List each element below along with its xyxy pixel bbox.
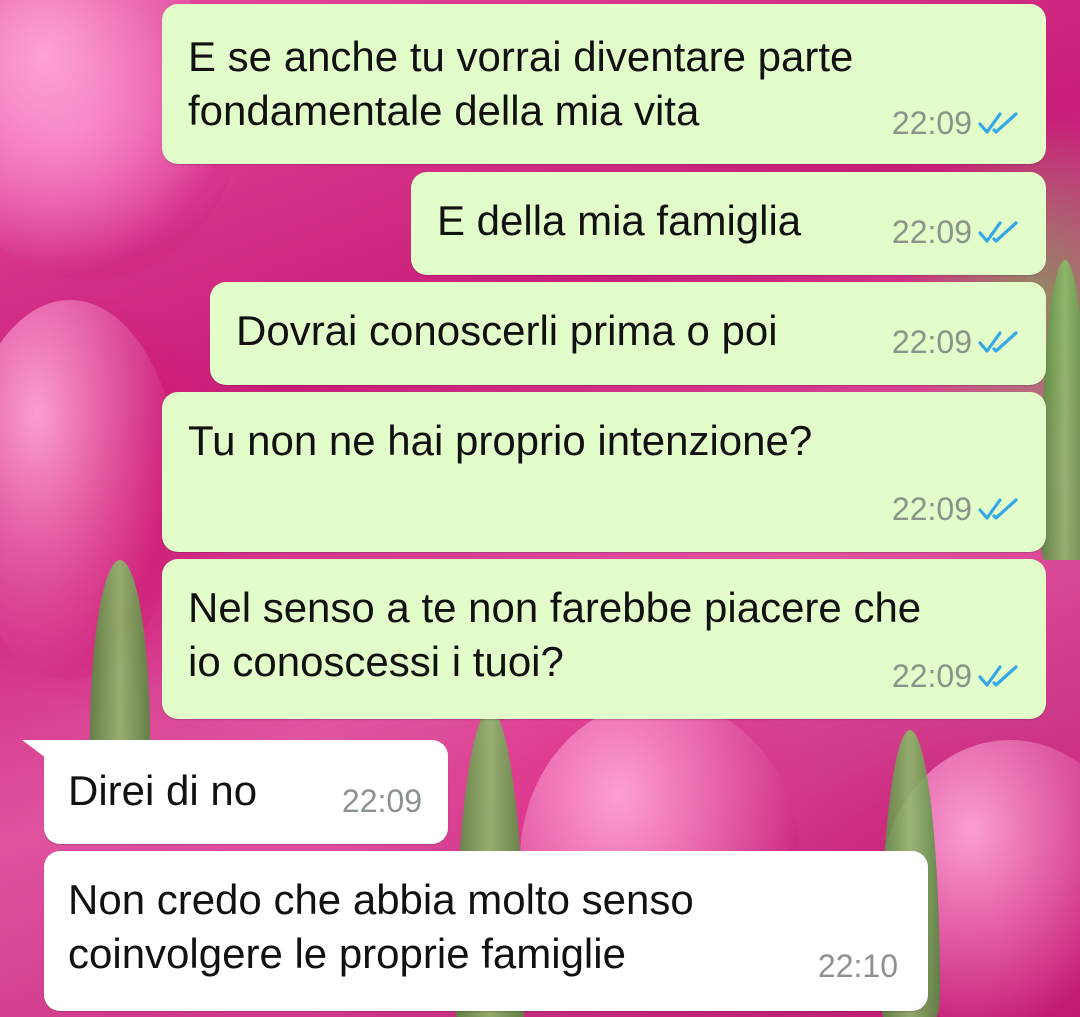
message-text: Direi di no <box>68 767 258 814</box>
message-text: E se anche tu vorrai diventare parte fon… <box>188 33 854 134</box>
message-time: 22:09 <box>891 105 972 141</box>
message-time: 22:09 <box>891 491 972 527</box>
double-check-read-icon <box>978 110 1020 136</box>
message-time: 22:09 <box>341 783 422 819</box>
message-meta: 22:09 <box>892 96 1020 150</box>
outgoing-message-bubble[interactable]: E se anche tu vorrai diventare parte fon… <box>162 4 1046 164</box>
message-time: 22:09 <box>891 658 972 694</box>
double-check-read-icon <box>978 219 1020 245</box>
message-time: 22:09 <box>891 324 972 360</box>
message-meta: 22:09 <box>892 649 1020 703</box>
outgoing-message-bubble[interactable]: Tu non ne hai proprio intenzione? 22:09 <box>162 392 1046 552</box>
message-meta: 22:09 <box>892 315 1020 369</box>
message-meta: 22:09 <box>342 774 422 828</box>
outgoing-message-bubble[interactable]: Nel senso a te non farebbe piacere che i… <box>162 559 1046 719</box>
message-text: Non credo che abbia molto senso coinvolg… <box>68 876 694 977</box>
message-text: Tu non ne hai proprio intenzione? <box>188 417 813 464</box>
message-meta: 22:10 <box>818 939 898 993</box>
incoming-message-bubble[interactable]: Direi di no 22:09 <box>44 740 448 844</box>
message-text: Nel senso a te non farebbe piacere che i… <box>188 584 922 685</box>
message-meta: 22:09 <box>892 205 1020 259</box>
wallpaper-leaf <box>1040 260 1080 560</box>
incoming-message-bubble[interactable]: Non credo che abbia molto senso coinvolg… <box>44 851 928 1011</box>
message-text: E della mia famiglia <box>437 197 802 244</box>
double-check-read-icon <box>978 663 1020 689</box>
outgoing-message-bubble[interactable]: Dovrai conoscerli prima o poi 22:09 <box>210 282 1046 385</box>
message-time: 22:09 <box>891 214 972 250</box>
double-check-read-icon <box>978 496 1020 522</box>
message-meta: 22:09 <box>892 482 1020 536</box>
outgoing-message-bubble[interactable]: E della mia famiglia 22:09 <box>411 172 1046 275</box>
message-time: 22:10 <box>817 948 898 984</box>
message-text: Dovrai conoscerli prima o poi <box>236 307 778 354</box>
double-check-read-icon <box>978 329 1020 355</box>
wallpaper-tulip <box>0 300 180 680</box>
